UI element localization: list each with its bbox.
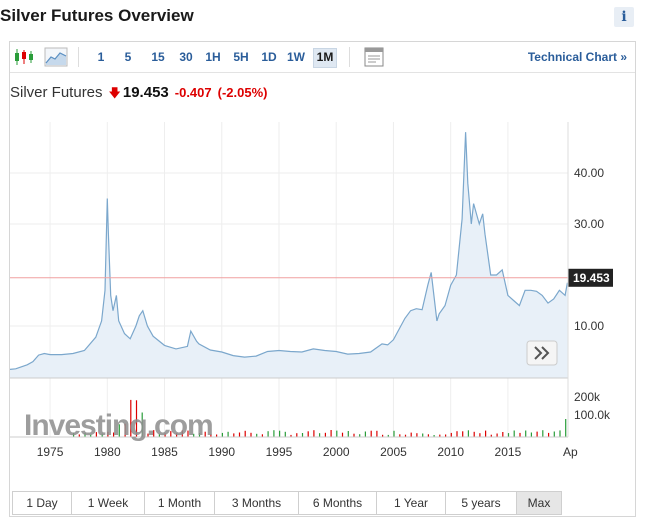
volume-bar <box>565 419 567 437</box>
price-chart[interactable]: 19.453 10.00 30.00 40.00 100.0k 200k Investing… <box>10 42 635 516</box>
volume-bar <box>296 433 298 437</box>
x-axis-tick: 2005 <box>380 445 407 459</box>
range-selector: 1 Day 1 Week 1 Month 3 Months 6 Months 1 Year… <box>12 491 569 516</box>
volume-bar <box>279 430 281 437</box>
volume-bar <box>301 433 304 437</box>
price-axis-tick: 30.00 <box>574 217 604 231</box>
range-button-6-months[interactable]: 6 Months <box>298 491 377 515</box>
volume-bar <box>462 431 464 437</box>
volume-bar <box>410 432 412 437</box>
x-axis-tick: 1990 <box>208 445 235 459</box>
price-axis-tick: 10.00 <box>574 319 604 333</box>
volume-bar <box>330 430 332 437</box>
volume-bar <box>347 431 349 437</box>
volume-bar <box>456 431 458 437</box>
x-axis-tick: 2000 <box>323 445 350 459</box>
volume-bar <box>273 430 275 437</box>
volume-bar <box>479 433 481 437</box>
current-price-label: 19.453 <box>573 271 610 285</box>
volume-bar <box>313 430 315 437</box>
volume-bar <box>244 430 246 437</box>
volume-bar <box>233 433 235 437</box>
volume-bar <box>502 432 504 437</box>
volume-bar <box>376 430 378 437</box>
volume-bar <box>422 433 424 437</box>
x-axis-tick: 1980 <box>94 445 121 459</box>
x-axis-tick: 2010 <box>437 445 464 459</box>
volume-bar <box>393 430 395 437</box>
investing-watermark: Investing.com <box>24 409 213 442</box>
volume-bar <box>370 430 372 437</box>
volume-bar <box>496 433 498 437</box>
price-area <box>10 132 568 378</box>
volume-bar <box>530 432 532 437</box>
volume-bar <box>485 430 487 437</box>
volume-axis-tick: 100.0k <box>574 408 611 422</box>
volume-bar <box>267 431 269 437</box>
volume-bar <box>238 432 241 437</box>
range-button-1-month[interactable]: 1 Month <box>144 491 215 515</box>
volume-bar <box>536 431 538 437</box>
volume-bar <box>507 433 510 437</box>
range-button-max[interactable]: Max <box>516 491 562 515</box>
volume-bar <box>336 430 338 437</box>
volume-bar <box>559 430 561 437</box>
volume-bar <box>250 432 252 437</box>
volume-bar <box>473 431 475 437</box>
volume-bar <box>416 433 418 437</box>
volume-bar <box>519 432 521 437</box>
volume-bar <box>364 431 366 437</box>
volume-bar <box>221 432 223 437</box>
x-axis-tick: 1975 <box>37 445 64 459</box>
info-icon[interactable]: i <box>614 7 634 27</box>
x-axis-tick: Ap <box>563 445 578 459</box>
page-title: Silver Futures Overview <box>0 6 194 25</box>
range-button-1-day[interactable]: 1 Day <box>12 491 72 515</box>
volume-bar <box>341 432 344 437</box>
range-button-1-year[interactable]: 1 Year <box>376 491 446 515</box>
volume-bar <box>319 433 321 437</box>
volume-bar <box>450 432 452 437</box>
volume-bar <box>467 430 469 437</box>
volume-bar <box>513 430 515 437</box>
chart-widget: 1 5 15 30 1H 5H 1D 1W 1M Technical Chart » Silve… <box>9 41 636 517</box>
price-axis-tick: 40.00 <box>574 166 604 180</box>
volume-bar <box>307 431 309 437</box>
x-axis-tick: 1985 <box>151 445 178 459</box>
volume-bar <box>548 432 550 437</box>
range-button-3-months[interactable]: 3 Months <box>214 491 299 515</box>
x-axis-tick: 1995 <box>266 445 293 459</box>
volume-bar <box>227 431 229 437</box>
volume-axis-tick: 200k <box>574 390 601 404</box>
volume-bar <box>553 431 555 437</box>
range-button-1-week[interactable]: 1 Week <box>71 491 145 515</box>
x-axis-tick: 2015 <box>495 445 522 459</box>
range-button-5-years[interactable]: 5 years <box>445 491 517 515</box>
volume-bar <box>525 430 527 437</box>
volume-bar <box>324 432 326 437</box>
volume-bar <box>542 430 544 437</box>
volume-bar <box>284 431 286 437</box>
